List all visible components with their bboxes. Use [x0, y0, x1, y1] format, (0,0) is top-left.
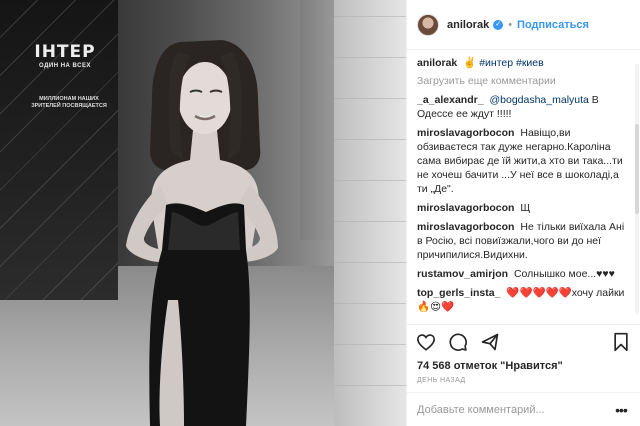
caption-emoji: ✌️ — [463, 57, 477, 69]
comment-username[interactable]: miroslavagorbocon — [417, 127, 514, 139]
comments-scrollbar[interactable] — [635, 64, 639, 314]
post-photo[interactable]: ІНТЕР ОДИН НА ВСЕХ МИЛЛИОНАМ НАШИХ ЗРИТЕ… — [0, 0, 406, 426]
share-button[interactable] — [479, 331, 501, 353]
caption: anilorak ✌️ #интер #киев — [417, 56, 630, 70]
comment-username[interactable]: top_gerls_insta_ — [417, 287, 500, 299]
share-icon — [481, 333, 499, 350]
heart-icon — [416, 333, 436, 351]
comment-item: miroslavagorbocon Навіщо,ви обзиваєтеся … — [417, 126, 630, 196]
comment-button[interactable] — [447, 331, 469, 353]
instagram-post-modal: ІНТЕР ОДИН НА ВСЕХ МИЛЛИОНАМ НАШИХ ЗРИТЕ… — [0, 0, 640, 426]
verified-badge-icon: ✓ — [493, 19, 504, 30]
comment-text: Щ — [520, 202, 531, 214]
comment-icon — [449, 332, 467, 351]
bookmark-icon — [614, 332, 628, 351]
post-timestamp[interactable]: ДЕНЬ НАЗАД — [417, 377, 466, 384]
comment-input[interactable] — [417, 403, 612, 416]
comment-username[interactable]: _a_alexandr_ — [417, 94, 484, 106]
more-options-icon[interactable]: ••• — [612, 402, 630, 418]
comment-mention[interactable]: @bogdasha_malyuta — [489, 94, 588, 106]
comment-item: top_gerls_insta_ ❤️❤️❤️❤️❤️хочу лайки🔥😍❤… — [417, 286, 630, 314]
scrollbar-thumb[interactable] — [635, 124, 639, 214]
caption-hashtags[interactable]: #интер #киев — [479, 57, 544, 69]
comments-list[interactable]: anilorak ✌️ #интер #киев Загрузить еще к… — [417, 56, 630, 318]
like-button[interactable] — [415, 331, 437, 353]
likes-count[interactable]: 74 568 отметок "Нравится" — [417, 360, 563, 372]
separator-dot: • — [508, 18, 513, 31]
follow-button[interactable]: Подписаться — [517, 19, 589, 31]
author-username[interactable]: anilorak — [447, 19, 489, 31]
comment-item: _a_alexandr_ @bogdasha_malyuta В Одессе … — [417, 93, 630, 121]
woman-figure — [126, 40, 278, 426]
comment-username[interactable]: miroslavagorbocon — [417, 221, 514, 233]
comment-item: miroslavagorbocon Щ — [417, 201, 630, 215]
post-sidebar: anilorak ✓ • Подписаться anilorak ✌️ #ин… — [406, 0, 640, 426]
comment-username[interactable]: miroslavagorbocon — [417, 202, 514, 214]
save-button[interactable] — [610, 331, 632, 353]
post-header: anilorak ✓ • Подписаться — [407, 0, 640, 50]
caption-username[interactable]: anilorak — [417, 57, 457, 69]
load-more-comments-button[interactable]: Загрузить еще комментарии — [417, 75, 630, 87]
comment-item: rustamov_amirjon Солнышко мое...♥♥♥ — [417, 267, 630, 281]
comment-text: Солнышко мое...♥♥♥ — [513, 268, 615, 280]
action-bar — [407, 324, 640, 358]
likes-label: отметок "Нравится" — [453, 360, 563, 372]
likes-number: 74 568 — [417, 360, 451, 372]
comment-username[interactable]: rustamov_amirjon — [417, 268, 508, 280]
comment-item: miroslavagorbocon Не тільки виїхала Ані … — [417, 220, 630, 262]
avatar[interactable] — [417, 13, 439, 36]
add-comment-bar: ••• — [407, 392, 640, 426]
